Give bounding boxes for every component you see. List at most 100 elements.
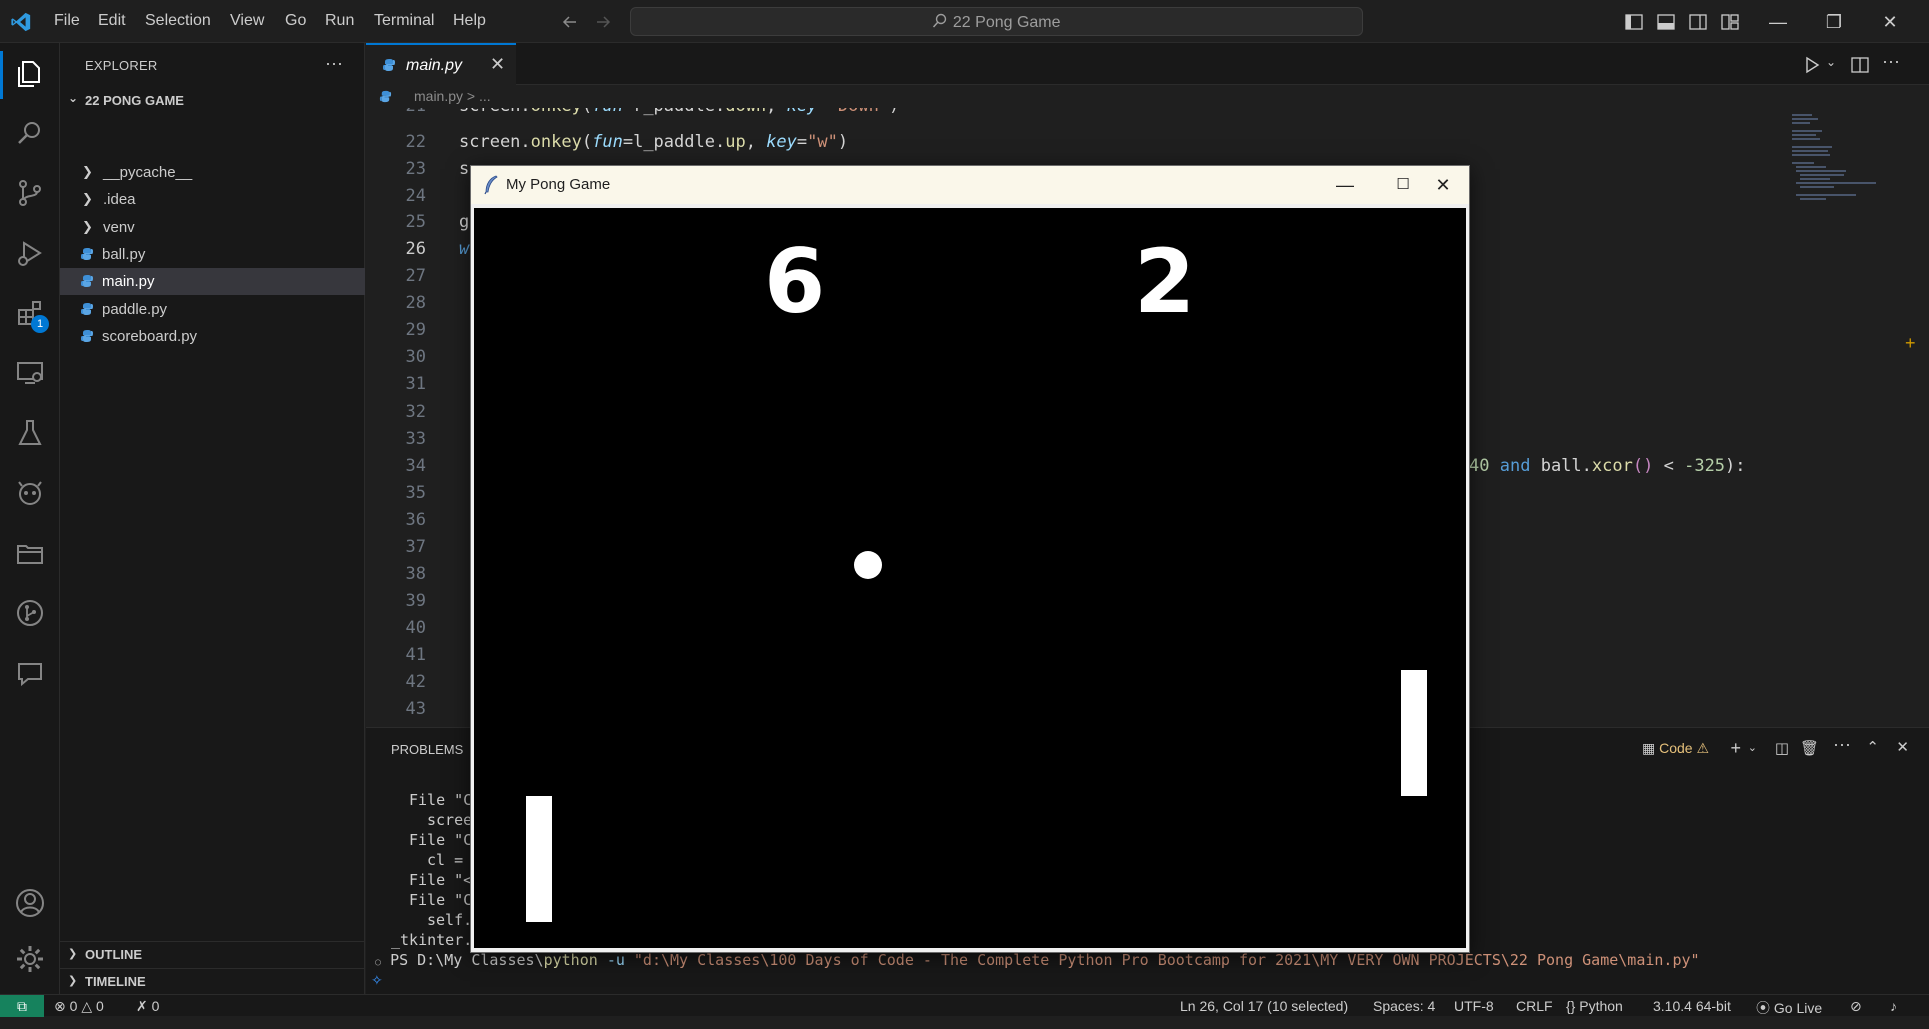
- toggle-primary-sidebar-icon[interactable]: [1624, 12, 1644, 32]
- new-terminal-icon[interactable]: +: [1730, 738, 1741, 759]
- python-file-icon: [81, 248, 93, 260]
- timeline-label: TIMELINE: [85, 974, 146, 989]
- close-window-button[interactable]: ✕: [1870, 8, 1910, 36]
- tab-problems[interactable]: PROBLEMS: [391, 742, 463, 757]
- menu-help[interactable]: Help: [453, 12, 486, 30]
- pong-canvas[interactable]: 6 2: [474, 208, 1466, 948]
- more-actions-icon[interactable]: ···: [325, 53, 343, 74]
- split-terminal-icon[interactable]: ◫: [1775, 739, 1789, 757]
- terminal-line: self.: [427, 911, 473, 929]
- terminal-sparkle-icon: ✧: [371, 972, 383, 988]
- command-center-search[interactable]: 22 Pong Game: [630, 7, 1363, 36]
- panel-more-icon[interactable]: ···: [1833, 734, 1851, 755]
- folder-header[interactable]: ⌄ 22 PONG GAME: [68, 91, 358, 113]
- remote-indicator[interactable]: ⧉: [0, 995, 44, 1017]
- terminal-instance[interactable]: ▦ Code ⚠: [1642, 740, 1709, 757]
- python-interpreter[interactable]: 3.10.4 64-bit: [1653, 998, 1731, 1014]
- tree-item-pycache[interactable]: ❯ __pycache__: [60, 159, 365, 186]
- accounts-icon[interactable]: [14, 887, 46, 919]
- editor-more-actions-icon[interactable]: ···: [1882, 51, 1900, 72]
- problems-status[interactable]: ⊗ 0 △ 0: [54, 998, 104, 1015]
- toggle-secondary-sidebar-icon[interactable]: [1688, 12, 1708, 32]
- ports-icon: ✗: [136, 998, 148, 1014]
- search-sidebar-icon[interactable]: [14, 117, 46, 149]
- testing-icon[interactable]: [14, 417, 46, 449]
- toggle-panel-icon[interactable]: [1656, 12, 1676, 32]
- chevron-right-icon: ❯: [82, 164, 93, 179]
- breadcrumb-path[interactable]: main.py > ...: [414, 88, 491, 104]
- comments-icon[interactable]: [14, 657, 46, 689]
- warning-icon: ⚠: [1696, 740, 1709, 756]
- tree-item-paddle-py[interactable]: paddle.py: [60, 296, 365, 323]
- terminal-line: cl =: [427, 851, 464, 869]
- run-dropdown-chevron-icon[interactable]: ⌄: [1826, 55, 1836, 69]
- git-graph-icon[interactable]: [14, 597, 46, 629]
- maximize-panel-icon[interactable]: ⌃: [1866, 738, 1879, 756]
- menu-go[interactable]: Go: [285, 12, 306, 30]
- activity-bar: 1: [0, 43, 60, 1005]
- vscode-logo-icon: [11, 12, 31, 32]
- eol-status[interactable]: CRLF: [1516, 998, 1553, 1014]
- tree-item-venv[interactable]: ❯ venv: [60, 214, 365, 241]
- menu-terminal[interactable]: Terminal: [374, 12, 434, 30]
- run-debug-icon[interactable]: [14, 237, 46, 269]
- tree-item-idea[interactable]: ❯ .idea: [60, 186, 365, 213]
- run-python-file-icon[interactable]: [1803, 56, 1821, 74]
- line-number: 33: [405, 429, 426, 449]
- tree-item-scoreboard-py[interactable]: scoreboard.py: [60, 323, 365, 350]
- pong-window-titlebar[interactable]: My Pong Game — ☐ ✕: [471, 166, 1469, 204]
- source-control-icon[interactable]: [14, 177, 46, 209]
- menu-view[interactable]: View: [230, 12, 264, 30]
- terminal-line: _tkinter.: [391, 931, 473, 949]
- explorer-sidebar: EXPLORER ··· ⌄ 22 PONG GAME ❯ __pycache_…: [60, 43, 365, 1005]
- settings-gear-icon[interactable]: [14, 943, 46, 975]
- copilot-icon[interactable]: [14, 477, 46, 509]
- python-file-icon: [81, 303, 93, 315]
- code-text: g: [459, 212, 470, 232]
- notifications-bell-icon[interactable]: ♪: [1890, 998, 1897, 1014]
- split-editor-icon[interactable]: [1850, 55, 1870, 75]
- broadcast-icon: ⦿: [1756, 1000, 1770, 1016]
- python-file-icon: [383, 59, 395, 71]
- menu-run[interactable]: Run: [325, 12, 354, 30]
- tab-main-py[interactable]: main.py ✕: [366, 43, 516, 85]
- ports-status[interactable]: ✗ 0: [136, 998, 159, 1015]
- project-manager-icon[interactable]: [14, 537, 46, 569]
- menu-selection[interactable]: Selection: [145, 12, 211, 30]
- terminal-dropdown-icon[interactable]: ⌄: [1748, 741, 1757, 754]
- braces-icon: {}: [1566, 998, 1576, 1014]
- tree-item-main-py[interactable]: main.py: [60, 268, 365, 295]
- timeline-section-header[interactable]: ❯ TIMELINE: [60, 968, 365, 992]
- kill-terminal-icon[interactable]: 🗑: [1800, 739, 1819, 757]
- pong-minimize-button[interactable]: —: [1322, 171, 1368, 199]
- indentation-status[interactable]: Spaces: 4: [1373, 998, 1435, 1014]
- restore-button[interactable]: ❐: [1814, 8, 1854, 36]
- tree-item-label: .idea: [103, 191, 136, 208]
- cursor-position[interactable]: Ln 26, Col 17 (10 selected): [1180, 998, 1348, 1014]
- breadcrumb: main.py > ...: [366, 86, 1366, 108]
- code-line-22: 22 screen.onkey(fun=l_paddle.up, key="w"…: [366, 132, 1766, 159]
- menu-file[interactable]: File: [54, 12, 80, 30]
- encoding-status[interactable]: UTF-8: [1454, 998, 1494, 1014]
- close-panel-icon[interactable]: ✕: [1896, 738, 1909, 756]
- tree-item-label: main.py: [102, 273, 155, 290]
- tree-item-ball-py[interactable]: ball.py: [60, 241, 365, 268]
- explorer-icon[interactable]: [14, 58, 46, 90]
- pong-close-button[interactable]: ✕: [1420, 171, 1466, 199]
- customize-layout-icon[interactable]: [1720, 12, 1740, 32]
- tab-close-icon[interactable]: ✕: [490, 54, 505, 75]
- language-mode[interactable]: {} Python: [1566, 998, 1623, 1014]
- copilot-status-icon[interactable]: ⊘: [1850, 998, 1862, 1015]
- line-number: 34: [405, 456, 426, 476]
- pong-game-window[interactable]: My Pong Game — ☐ ✕ 6 2: [470, 165, 1470, 953]
- line-number: 30: [405, 347, 426, 367]
- back-arrow-icon[interactable]: [561, 13, 579, 31]
- outline-section-header[interactable]: ❯ OUTLINE: [60, 941, 365, 965]
- minimize-button[interactable]: —: [1758, 8, 1798, 36]
- minimap[interactable]: [1786, 108, 1916, 726]
- menu-edit[interactable]: Edit: [98, 12, 126, 30]
- remote-explorer-icon[interactable]: [14, 357, 46, 389]
- forward-arrow-icon[interactable]: [594, 13, 612, 31]
- terminal-line: File "C: [409, 791, 473, 809]
- go-live-button[interactable]: ⦿ Go Live: [1756, 998, 1822, 1018]
